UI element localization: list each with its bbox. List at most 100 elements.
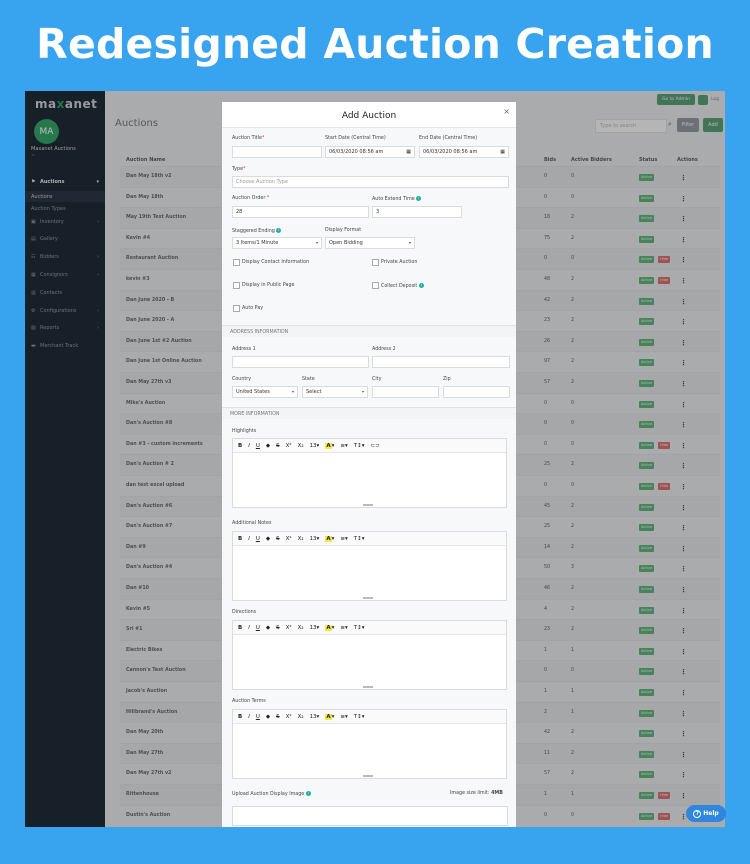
subscript-button[interactable]: X₂ <box>298 443 304 449</box>
link-icon[interactable]: ⊂⊃ <box>370 443 379 449</box>
info-icon[interactable]: i <box>305 791 311 796</box>
align-dropdown[interactable]: ≡▾ <box>340 443 347 449</box>
staggered-ending-label: Staggered Ending i <box>232 228 282 234</box>
private-auction-label: Private Auction <box>381 260 418 265</box>
italic-button[interactable]: I <box>248 625 250 631</box>
subscript-button[interactable]: X₂ <box>298 536 304 542</box>
start-date-input[interactable]: 06/03/2020 08:56 am ▦ <box>325 146 415 158</box>
display-format-select[interactable]: Open Bidding ▾ <box>325 237 415 249</box>
bold-button[interactable]: B <box>238 536 242 542</box>
underline-button[interactable]: U <box>256 714 260 720</box>
address1-input[interactable] <box>232 356 369 368</box>
resize-handle[interactable] <box>363 775 373 777</box>
auction-terms-editor[interactable]: B I U ◆ S X² X₂ 13▾ A▾ ≡▾ T↕▾ <box>232 709 507 779</box>
info-icon[interactable]: i <box>276 228 282 233</box>
auto-pay-checkbox[interactable] <box>233 305 240 312</box>
underline-button[interactable]: U <box>256 625 260 631</box>
city-label: City <box>372 377 382 382</box>
bold-button[interactable]: B <box>238 714 242 720</box>
strikethrough-button[interactable]: S <box>276 443 280 449</box>
end-date-label: End Date (Central Time) <box>419 136 478 141</box>
additional-notes-editor[interactable]: B I U ◆ S X² X₂ 13▾ A▾ ≡▾ T↕▾ <box>232 531 507 601</box>
align-dropdown[interactable]: ≡▾ <box>340 714 347 720</box>
align-dropdown[interactable]: ≡▾ <box>340 625 347 631</box>
zip-input[interactable] <box>443 386 510 398</box>
address-section-header: ADDRESS INFORMATION <box>222 325 516 337</box>
text-size-dropdown[interactable]: T↕▾ <box>354 625 365 631</box>
start-date-label: Start Date (Central Time) <box>325 136 386 141</box>
strikethrough-button[interactable]: S <box>276 625 280 631</box>
eraser-icon[interactable]: ◆ <box>266 443 270 449</box>
text-color-button[interactable]: A▾ <box>325 442 334 449</box>
font-size-dropdown[interactable]: 13▾ <box>310 536 320 542</box>
display-contact-checkbox[interactable] <box>233 259 240 266</box>
calendar-icon[interactable]: ▦ <box>406 149 411 155</box>
auto-extend-input[interactable]: 3 <box>372 206 462 218</box>
editor-toolbar: B I U ◆ S X² X₂ 13▾ A▾ ≡▾ T↕▾ <box>233 621 506 635</box>
italic-button[interactable]: I <box>248 714 250 720</box>
font-size-dropdown[interactable]: 13▾ <box>310 443 320 449</box>
resize-handle[interactable] <box>363 686 373 688</box>
underline-button[interactable]: U <box>256 536 260 542</box>
underline-button[interactable]: U <box>256 443 260 449</box>
eraser-icon[interactable]: ◆ <box>266 625 270 631</box>
directions-editor[interactable]: B I U ◆ S X² X₂ 13▾ A▾ ≡▾ T↕▾ <box>232 620 507 690</box>
text-size-dropdown[interactable]: T↕▾ <box>354 536 365 542</box>
modal-header: Add Auction × <box>222 102 516 128</box>
italic-button[interactable]: I <box>248 536 250 542</box>
calendar-icon[interactable]: ▦ <box>500 149 505 155</box>
auction-title-label: Auction Title* <box>232 136 265 141</box>
strikethrough-button[interactable]: S <box>276 536 280 542</box>
text-color-button[interactable]: A▾ <box>325 713 334 720</box>
collect-deposit-label: Collect Deposit i <box>381 283 424 289</box>
address2-input[interactable] <box>372 356 510 368</box>
italic-button[interactable]: I <box>248 443 250 449</box>
font-size-dropdown[interactable]: 13▾ <box>310 714 320 720</box>
auction-order-input[interactable]: 28 <box>232 206 369 218</box>
text-size-dropdown[interactable]: T↕▾ <box>354 714 365 720</box>
country-select[interactable]: United States ▾ <box>232 386 298 398</box>
display-public-label: Display in Public Page <box>242 283 295 288</box>
info-icon[interactable]: i <box>418 283 424 288</box>
resize-handle[interactable] <box>363 597 373 599</box>
upload-dropzone[interactable] <box>232 806 508 826</box>
bold-button[interactable]: B <box>238 443 242 449</box>
highlights-editor[interactable]: B I U ◆ S X² X₂ 13▾ A▾ ≡▾ T↕▾ ⊂⊃ <box>232 438 507 508</box>
auto-pay-label: Auto Pay <box>242 306 264 311</box>
font-size-dropdown[interactable]: 13▾ <box>310 625 320 631</box>
superscript-button[interactable]: X² <box>286 536 292 542</box>
eraser-icon[interactable]: ◆ <box>266 536 270 542</box>
state-select[interactable]: Select ▾ <box>302 386 368 398</box>
help-button[interactable]: ? Help <box>686 805 726 822</box>
additional-notes-label: Additional Notes <box>232 521 272 526</box>
close-icon[interactable]: × <box>503 107 510 116</box>
display-public-checkbox[interactable] <box>233 282 240 289</box>
superscript-button[interactable]: X² <box>286 714 292 720</box>
resize-handle[interactable] <box>363 504 373 506</box>
staggered-ending-select[interactable]: 3 Items/1 Minute ▾ <box>232 237 322 249</box>
info-icon[interactable]: i <box>416 196 422 201</box>
address1-label: Address 1 <box>232 347 256 352</box>
text-size-dropdown[interactable]: T↕▾ <box>354 443 365 449</box>
collect-deposit-checkbox[interactable] <box>372 282 379 289</box>
upload-image-label: Upload Auction Display Image i <box>232 791 311 797</box>
bold-button[interactable]: B <box>238 625 242 631</box>
end-date-input[interactable]: 06/03/2020 08:56 am ▦ <box>419 146 509 158</box>
subscript-button[interactable]: X₂ <box>298 714 304 720</box>
text-color-button[interactable]: A▾ <box>325 535 334 542</box>
type-select[interactable]: Choose Auction Type <box>232 176 509 188</box>
help-icon: ? <box>693 809 702 818</box>
text-color-button[interactable]: A▾ <box>325 624 334 631</box>
auto-extend-label: Auto Extend Time i <box>372 196 422 202</box>
subscript-button[interactable]: X₂ <box>298 625 304 631</box>
eraser-icon[interactable]: ◆ <box>266 714 270 720</box>
strikethrough-button[interactable]: S <box>276 714 280 720</box>
superscript-button[interactable]: X² <box>286 443 292 449</box>
chevron-down-icon: ▾ <box>408 240 411 245</box>
page-banner-title: Redesigned Auction Creation <box>36 20 714 68</box>
city-input[interactable] <box>372 386 439 398</box>
align-dropdown[interactable]: ≡▾ <box>340 536 347 542</box>
private-auction-checkbox[interactable] <box>372 259 379 266</box>
auction-title-input[interactable] <box>232 146 322 158</box>
superscript-button[interactable]: X² <box>286 625 292 631</box>
